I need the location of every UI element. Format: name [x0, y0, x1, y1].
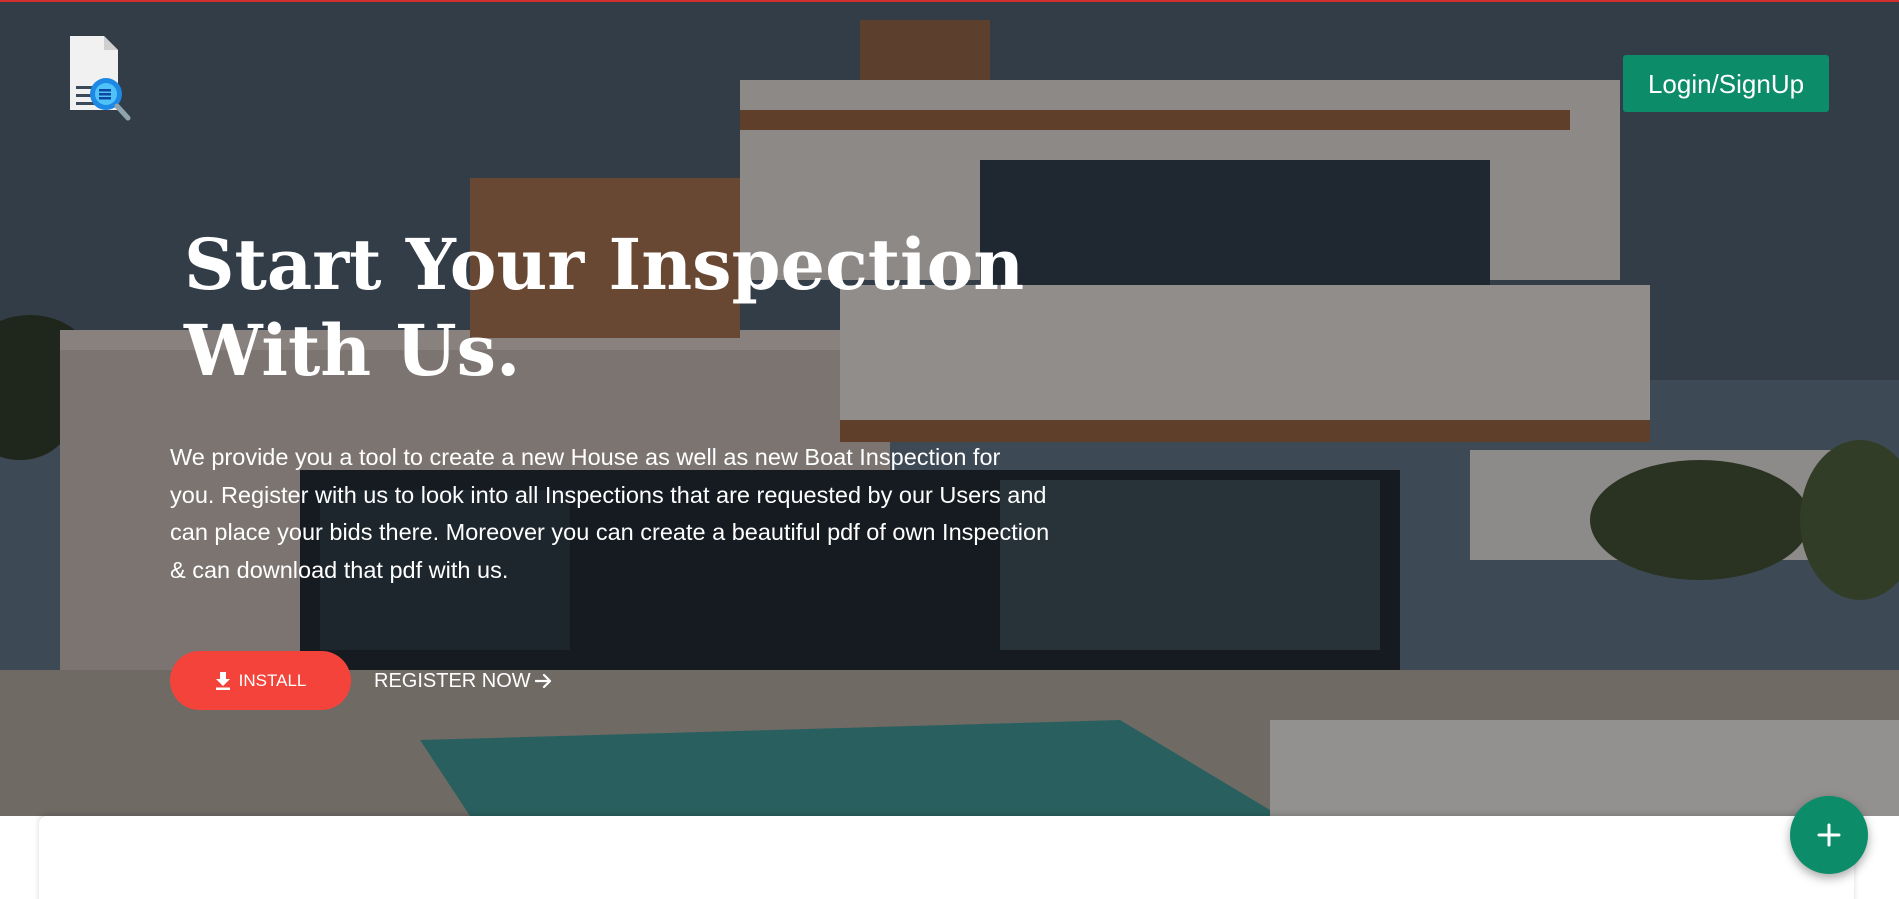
register-now-link[interactable]: REGISTER NOW	[374, 666, 553, 696]
arrow-right-icon	[534, 673, 551, 689]
register-label: REGISTER NOW	[374, 670, 531, 692]
top-accent-bar	[0, 0, 1899, 2]
floating-add-button[interactable]	[1790, 796, 1868, 874]
plus-icon	[1817, 823, 1841, 847]
install-label: INSTALL	[238, 670, 307, 690]
hero-title: Start Your Inspection With Us.	[184, 222, 1084, 394]
hero-title-line2: With Us.	[184, 309, 521, 392]
hero-title-line1: Start Your Inspection	[184, 223, 1025, 306]
landing-page: Login/SignUp Start Your Inspection With …	[0, 0, 1899, 899]
document-search-icon[interactable]	[66, 34, 132, 124]
download-icon	[215, 671, 230, 690]
login-signup-button[interactable]: Login/SignUp	[1623, 55, 1829, 112]
install-button[interactable]: INSTALL	[170, 651, 351, 710]
hero-description: We provide you a tool to create a new Ho…	[170, 444, 1050, 583]
content-card	[39, 816, 1854, 899]
